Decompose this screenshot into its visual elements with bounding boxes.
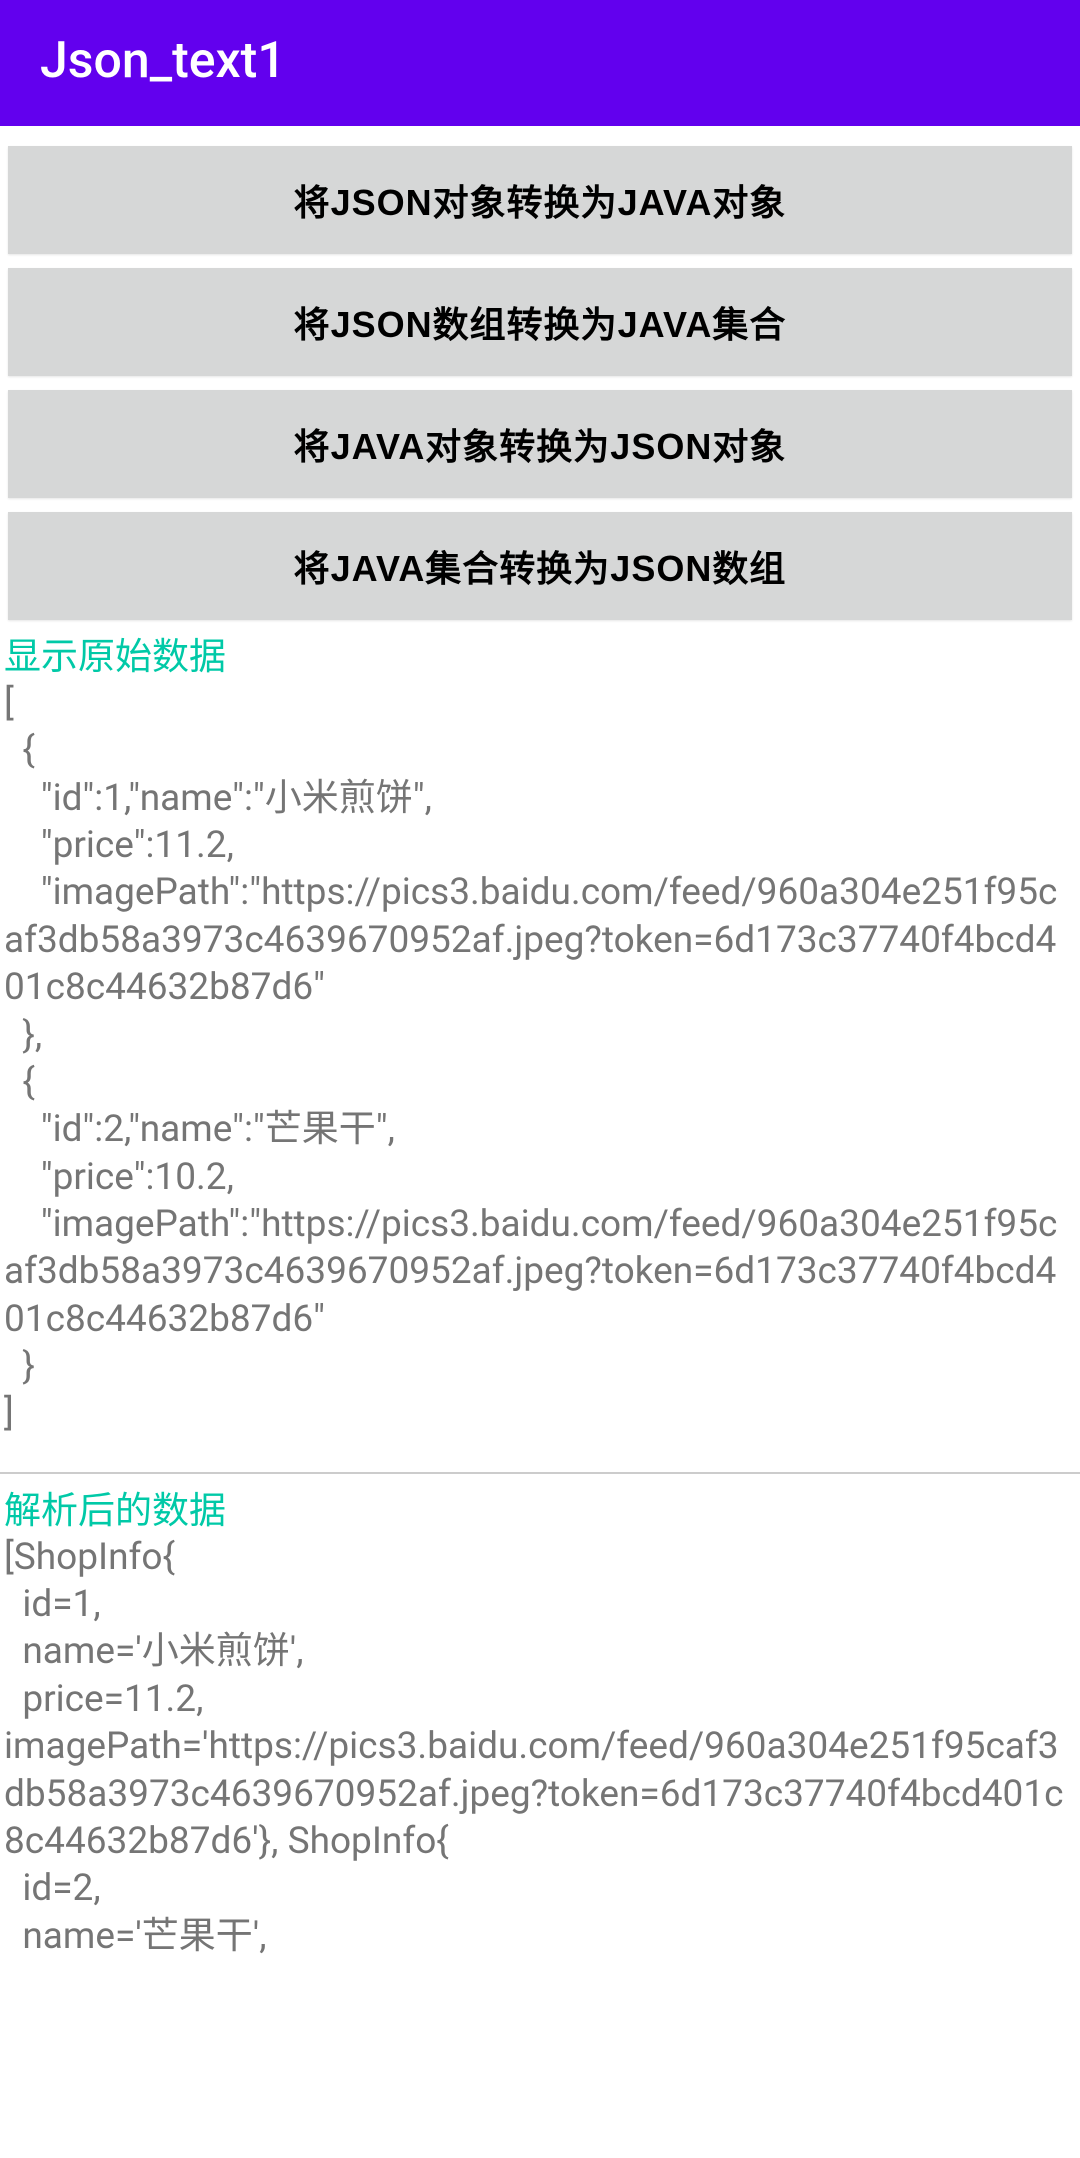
parsed-data-content: [ShopInfo{ id=1, name='小米煎饼', price=11.2… [0, 1534, 1080, 1960]
parsed-data-label: 解析后的数据 [0, 1480, 1080, 1534]
raw-data-content: [ { "id":1,"name":"小米煎饼", "price":11.2, … [0, 680, 1080, 1438]
json-arr-to-java-coll-button[interactable]: 将JSON数组转换为JAVA集合 [8, 268, 1072, 376]
raw-data-label: 显示原始数据 [0, 626, 1080, 680]
app-title: Json_text1 [40, 32, 286, 90]
json-obj-to-java-obj-button[interactable]: 将JSON对象转换为JAVA对象 [8, 146, 1072, 254]
divider [0, 1472, 1080, 1474]
java-coll-to-json-arr-button[interactable]: 将JAVA集合转换为JSON数组 [8, 512, 1072, 620]
java-obj-to-json-obj-button[interactable]: 将JAVA对象转换为JSON对象 [8, 390, 1072, 498]
button-container: 将JSON对象转换为JAVA对象 将JSON数组转换为JAVA集合 将JAVA对… [0, 126, 1080, 620]
app-bar: Json_text1 [0, 0, 1080, 126]
